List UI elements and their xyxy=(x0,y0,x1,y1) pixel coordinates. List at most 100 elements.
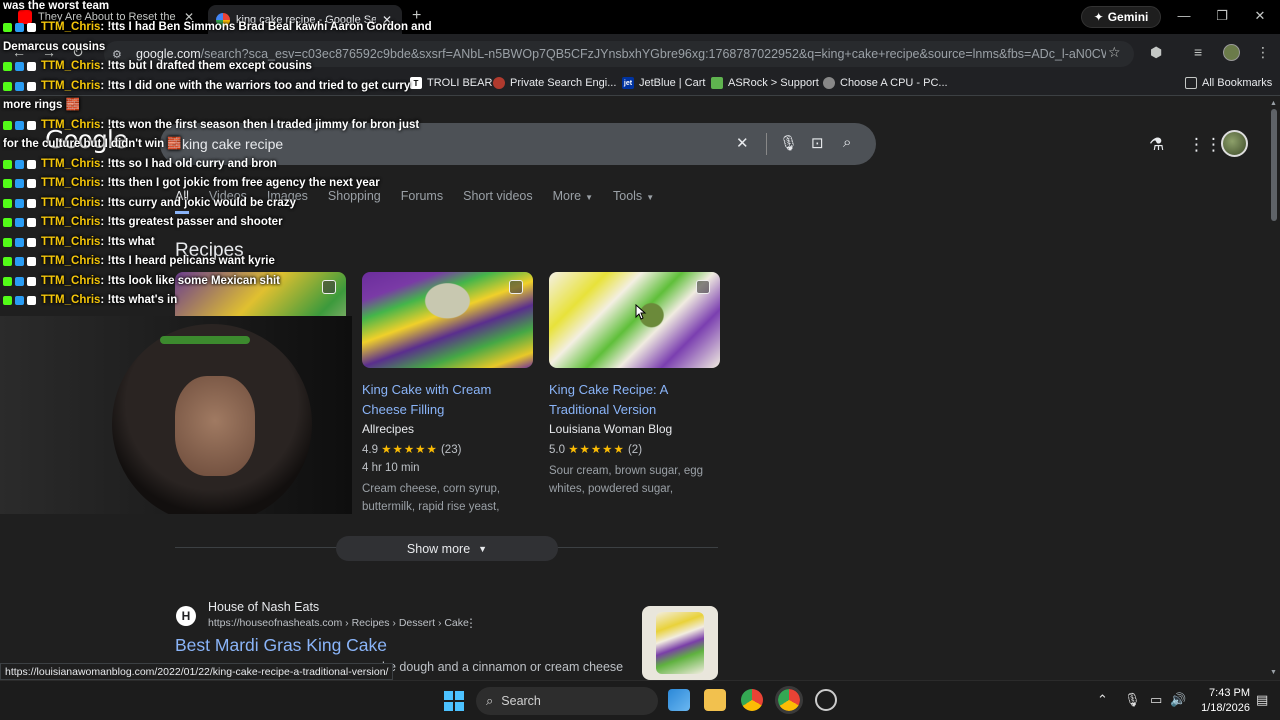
scroll-thumb[interactable] xyxy=(1271,109,1277,221)
chat-username: TTM_Chris xyxy=(41,294,101,306)
recipe-title[interactable]: King Cake with Cream Cheese Filling xyxy=(362,380,533,420)
chat-text: : !tts I did one with the warriors too a… xyxy=(100,79,411,92)
pcpartpicker-icon xyxy=(823,77,835,89)
chat-username: TTM_Chris xyxy=(41,216,101,228)
profile-avatar-small[interactable] xyxy=(1223,44,1240,61)
clock-time: 7:43 PM xyxy=(1209,687,1250,699)
taskbar-search[interactable]: ⌕ Search xyxy=(476,687,658,715)
result-url[interactable]: https://houseofnasheats.com › Recipes › … xyxy=(208,617,469,629)
chat-message-continued: Demarcus cousins xyxy=(3,40,106,53)
bookmark-item[interactable]: Private Search Engi... xyxy=(493,77,616,89)
windows-taskbar: ⌕ Search ⌃ 🎙 ▭ 🔊 7:43 PM 1/18/2026 ▤ xyxy=(0,680,1280,720)
bookmark-item[interactable]: T TROLI BEAR xyxy=(410,77,492,89)
bookmark-label: ASRock > Support xyxy=(728,77,819,89)
microphone-tray-icon[interactable]: 🎙 xyxy=(1124,692,1141,708)
chat-text: : !tts I heard pelicans want kyrie xyxy=(100,255,275,267)
clear-icon[interactable]: ✕ xyxy=(736,134,749,152)
tab-tools[interactable]: Tools ▼ xyxy=(613,189,654,214)
chat-message: TTM_Chris: !tts won the first season the… xyxy=(3,115,419,135)
screen: They Are About to Reset the En ✕ king ca… xyxy=(0,0,1280,720)
chrome-icon[interactable] xyxy=(741,689,763,711)
chrome-active-icon[interactable] xyxy=(775,686,803,714)
bookmark-item[interactable]: ASRock > Support xyxy=(711,77,819,89)
chat-message: TTM_Chris: !tts I had Ben Simmons Brad B… xyxy=(3,17,432,37)
obs-icon[interactable] xyxy=(815,689,837,711)
bookmark-star-icon[interactable]: ☆ xyxy=(1108,44,1121,61)
chat-username: TTM_Chris xyxy=(41,196,101,209)
more-options-icon[interactable]: ⋮ xyxy=(465,616,477,630)
volume-icon[interactable]: 🔊 xyxy=(1170,692,1186,708)
extensions-icon[interactable]: ⬢ xyxy=(1150,44,1162,61)
all-bookmarks-label: All Bookmarks xyxy=(1202,77,1273,89)
headset-band xyxy=(160,336,250,344)
recipe-rating: 5.0 ★★★★★ (2) xyxy=(549,442,720,456)
apps-grid-icon[interactable]: ⋮⋮ xyxy=(1188,135,1222,155)
gemini-button[interactable]: ✦ Gemini xyxy=(1081,6,1161,28)
restore-icon[interactable]: ❐ xyxy=(1212,8,1232,24)
microphone-icon[interactable]: 🎙 xyxy=(779,134,798,152)
scroll-down-icon[interactable]: ▼ xyxy=(1270,669,1277,676)
tab-short-videos[interactable]: Short videos xyxy=(463,189,532,214)
rating-value: 4.9 xyxy=(362,444,378,456)
network-icon[interactable]: ▭ xyxy=(1150,692,1162,708)
show-more-label: Show more xyxy=(406,541,471,556)
bookmark-icon[interactable] xyxy=(696,280,710,294)
chat-header: was the worst team xyxy=(3,0,110,12)
bookmark-icon[interactable] xyxy=(509,280,523,294)
chevron-down-icon: ▼ xyxy=(646,193,655,202)
recipe-image[interactable] xyxy=(549,272,720,368)
file-explorer-icon[interactable] xyxy=(704,689,726,711)
search-divider xyxy=(766,133,767,155)
search-icon[interactable]: ⌕ xyxy=(843,134,851,151)
chat-text: : !tts won the first season then I trade… xyxy=(100,118,420,131)
system-clock[interactable]: 7:43 PM 1/18/2026 xyxy=(1188,686,1250,716)
labs-flask-icon[interactable]: ⚗ xyxy=(1149,135,1164,155)
page-scrollbar[interactable]: ▲ ▼ xyxy=(1268,97,1280,680)
minimize-icon[interactable]: — xyxy=(1174,8,1194,23)
status-bar-url: https://louisianawomanblog.com/2022/01/2… xyxy=(0,663,394,680)
clock-date: 1/18/2026 xyxy=(1201,702,1250,714)
chat-message: TTM_Chris: !tts look like some Mexican s… xyxy=(3,271,280,291)
chevron-down-icon: ▼ xyxy=(585,193,593,202)
result-title[interactable]: Best Mardi Gras King Cake xyxy=(175,635,387,656)
chat-text: : !tts look like some Mexican shit xyxy=(100,274,280,287)
recipe-ingredients: Sour cream, brown sugar, egg whites, pow… xyxy=(549,465,704,495)
chat-username: TTM_Chris xyxy=(41,79,101,92)
result-thumbnail[interactable] xyxy=(642,606,718,680)
show-more-button[interactable]: Show more ▼ xyxy=(336,536,558,561)
result-site-name[interactable]: House of Nash Eats xyxy=(208,600,319,614)
bookmark-item[interactable]: Choose A CPU - PC... xyxy=(823,77,948,89)
chat-badge-icons xyxy=(3,292,41,312)
chat-message: TTM_Chris: !tts so I had old curry and b… xyxy=(3,154,277,174)
bookmark-item[interactable]: jet JetBlue | Cart xyxy=(622,77,705,89)
recipe-rating: 4.9 ★★★★★ (23) xyxy=(362,442,533,456)
chat-text: : !tts I had Ben Simmons Brad Beal kawhi… xyxy=(100,21,432,33)
scroll-up-icon[interactable]: ▲ xyxy=(1270,100,1277,107)
menu-kebab-icon[interactable]: ⋮ xyxy=(1256,44,1270,61)
lens-icon[interactable]: ⊡ xyxy=(811,134,824,152)
media-control-icon[interactable]: ≡ xyxy=(1194,44,1202,60)
recipe-time: 4 hr 10 min xyxy=(362,462,420,474)
notification-icon[interactable]: ▤ xyxy=(1256,692,1268,708)
bookmark-search-icon xyxy=(493,77,505,89)
chat-username: TTM_Chris xyxy=(41,177,101,189)
recipe-title[interactable]: King Cake Recipe: A Traditional Version xyxy=(549,380,720,420)
site-favicon[interactable]: H xyxy=(176,606,196,626)
chat-username: TTM_Chris xyxy=(41,157,101,170)
chat-username: TTM_Chris xyxy=(41,255,101,267)
chat-username: TTM_Chris xyxy=(41,21,101,33)
store-icon[interactable] xyxy=(668,689,690,711)
tab-more[interactable]: More ▼ xyxy=(553,189,593,214)
tray-chevron-icon[interactable]: ⌃ xyxy=(1097,692,1108,708)
close-window-icon[interactable]: ✕ xyxy=(1250,8,1270,24)
mouse-cursor-icon xyxy=(635,304,647,320)
chat-text: : !tts but I drafted them except cousins xyxy=(100,60,312,72)
chat-text: : !tts greatest passer and shooter xyxy=(100,216,283,228)
bookmark-label: Choose A CPU - PC... xyxy=(840,77,948,89)
stream-chat-overlay: was the worst team TTM_Chris: !tts I had… xyxy=(0,0,432,316)
all-bookmarks-button[interactable]: All Bookmarks xyxy=(1185,77,1272,89)
profile-avatar[interactable] xyxy=(1221,130,1248,157)
rating-count: (2) xyxy=(627,444,643,456)
start-button[interactable] xyxy=(444,691,464,711)
folder-icon xyxy=(1185,77,1197,89)
